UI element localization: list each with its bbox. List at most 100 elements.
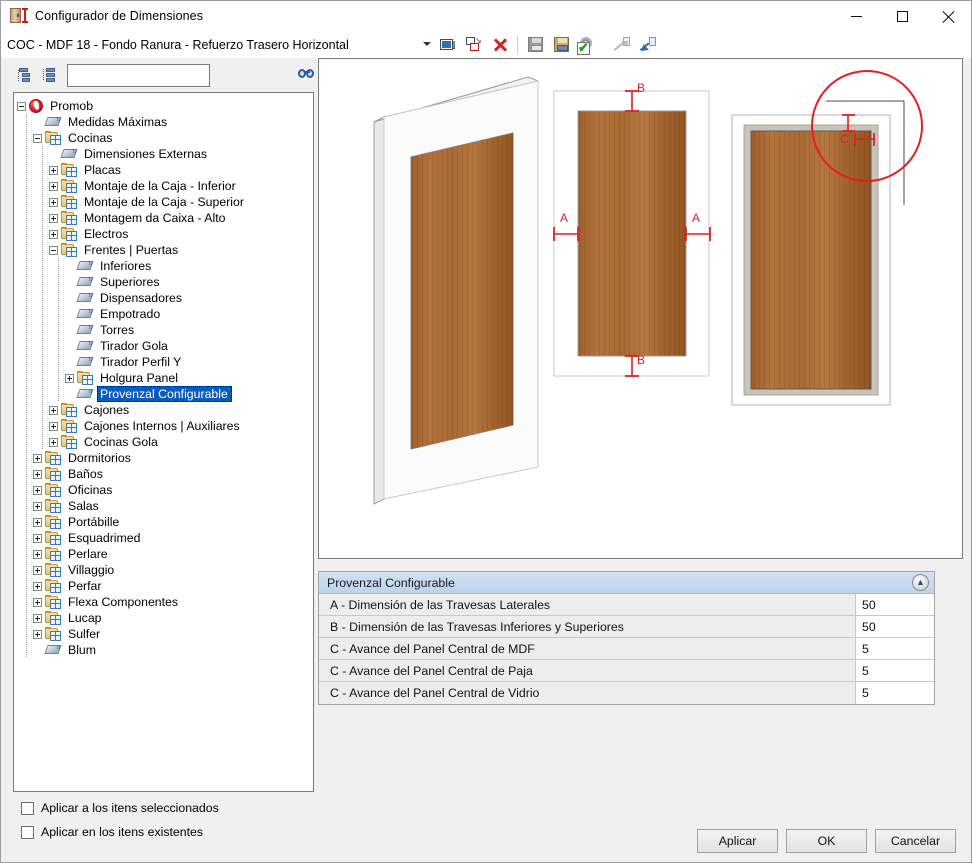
rename-button[interactable] [436,33,460,56]
folder-grid-icon [45,483,62,497]
tree-expand-icon[interactable] [49,181,58,191]
tree-item[interactable]: Frentes | Puertas [17,242,313,258]
configuration-tree[interactable]: Promob Medidas Máximas Cocinas Dimensiones … [13,92,314,792]
tree-item[interactable]: Esquadrimed [17,530,313,546]
tree-item[interactable]: Placas [17,162,313,178]
property-row[interactable]: C - Avance del Panel Central de MDF 5 [319,638,934,660]
search-field[interactable] [67,63,211,87]
tree-expand-icon[interactable] [33,485,42,495]
search-input[interactable] [68,64,210,86]
tree-item[interactable]: Baños [17,466,313,482]
tree-item[interactable]: Oficinas [17,482,313,498]
tree-expand-icon[interactable] [33,549,42,559]
property-value[interactable]: 50 [855,594,934,615]
tree-item[interactable]: Montagem da Caixa - Alto [17,210,313,226]
checkbox-row[interactable]: Aplicar en los itens existentes [21,822,219,842]
tree-expand-icon[interactable] [33,565,42,575]
tree-expand-icon[interactable] [33,517,42,527]
tree-item[interactable]: Villaggio [17,562,313,578]
close-button[interactable] [925,1,971,31]
tree-item[interactable]: Dimensiones Externas [17,146,313,162]
tree-item[interactable]: Sulfer [17,626,313,642]
duplicate-button[interactable]: ↘ [462,33,486,56]
tree-item[interactable]: Empotrado [17,306,313,322]
tree-expand-icon[interactable] [33,629,42,639]
tree-item[interactable]: Electros [17,226,313,242]
expand-all-button[interactable] [38,64,59,86]
tree-item[interactable]: Superiores [17,274,313,290]
door-preview-viewport[interactable]: B B A A C [318,58,963,559]
tree-item[interactable]: Inferiores [17,258,313,274]
property-value[interactable]: 50 [855,616,934,637]
tree-item[interactable]: Tirador Perfil Y [17,354,313,370]
tree-item[interactable]: Perlare [17,546,313,562]
tree-item[interactable]: Portábille [17,514,313,530]
tree-expand-icon[interactable] [49,229,58,239]
tree-expand-icon[interactable] [33,453,42,463]
cancel-button[interactable]: Cancelar [875,829,956,853]
tree-expand-icon[interactable] [33,469,42,479]
tree-item[interactable]: Cajones Internos | Auxiliares [17,418,313,434]
minimize-button[interactable] [833,1,879,31]
tree-expand-icon[interactable] [49,437,58,447]
chevron-up-double-icon[interactable]: ▲ [912,574,929,591]
collapse-all-button[interactable] [13,64,34,86]
delete-button[interactable] [488,33,512,56]
tree-expand-icon[interactable] [49,405,58,415]
tree-collapse-icon[interactable] [17,101,26,111]
tree-item[interactable]: Cocinas Gola [17,434,313,450]
tree-expand-icon[interactable] [49,213,58,223]
property-row[interactable]: A - Dimensión de las Travesas Laterales 5… [319,594,934,616]
checkbox-row[interactable]: Aplicar a los itens seleccionados [21,798,219,818]
property-value[interactable]: 5 [855,638,934,659]
tree-expand-icon[interactable] [49,421,58,431]
tree-collapse-icon[interactable] [49,245,58,255]
tree-item[interactable]: Provenzal Configurable [17,386,313,402]
tree-item[interactable]: Blum [17,642,313,658]
tree-item[interactable]: Holgura Panel [17,370,313,386]
tree-item[interactable]: Flexa Componentes [17,594,313,610]
property-value[interactable]: 5 [855,660,934,681]
tree-item[interactable]: Torres [17,322,313,338]
tree-expand-icon[interactable] [65,373,74,383]
tree-item[interactable]: Lucap [17,610,313,626]
tree-item[interactable]: Perfar [17,578,313,594]
property-row[interactable]: C - Avance del Panel Central de Paja 5 [319,660,934,682]
tree-item[interactable]: Dormitorios [17,450,313,466]
tree-item[interactable]: Dispensadores [17,290,313,306]
tree-expand-icon[interactable] [33,533,42,543]
chevron-down-icon[interactable] [423,41,431,46]
tree-expand-icon[interactable] [33,597,42,607]
folder-grid-icon [45,515,62,529]
tree-item[interactable]: Cajones [17,402,313,418]
configuration-combobox[interactable]: COC - MDF 18 - Fondo Ranura - Refuerzo T… [5,33,435,56]
property-row[interactable]: C - Avance del Panel Central de Vidrio 5 [319,682,934,704]
apply-button[interactable]: Aplicar [697,829,778,853]
maximize-button[interactable] [879,1,925,31]
tree-item[interactable]: Tirador Gola [17,338,313,354]
apply-settings-button[interactable]: ✔ [575,33,599,56]
tree-expand-icon[interactable] [33,581,42,591]
tree-item[interactable]: Cocinas [17,130,313,146]
property-row[interactable]: B - Dimensión de las Travesas Inferiores… [319,616,934,638]
tree-expand-icon[interactable] [49,165,58,175]
binoculars-find-icon[interactable] [298,68,315,82]
property-group-header[interactable]: Provenzal Configurable ▲ [319,572,934,594]
tree-expand-icon[interactable] [33,613,42,623]
tree-expand-icon[interactable] [49,197,58,207]
checkbox-box[interactable] [21,801,34,815]
save-as-button[interactable] [549,33,573,56]
checkbox-box[interactable] [21,825,34,839]
tree-item[interactable]: Montaje de la Caja - Superior [17,194,313,210]
tree-item[interactable]: Medidas Máximas [17,114,313,130]
import-button[interactable] [636,33,660,56]
tree-item[interactable]: Promob [17,98,313,114]
ok-button[interactable]: OK [786,829,867,853]
property-value[interactable]: 5 [855,682,934,704]
tree-expand-icon[interactable] [33,501,42,511]
export-button[interactable] [610,33,634,56]
tree-collapse-icon[interactable] [33,133,42,143]
tree-item[interactable]: Montaje de la Caja - Inferior [17,178,313,194]
save-button[interactable] [523,33,547,56]
tree-item[interactable]: Salas [17,498,313,514]
